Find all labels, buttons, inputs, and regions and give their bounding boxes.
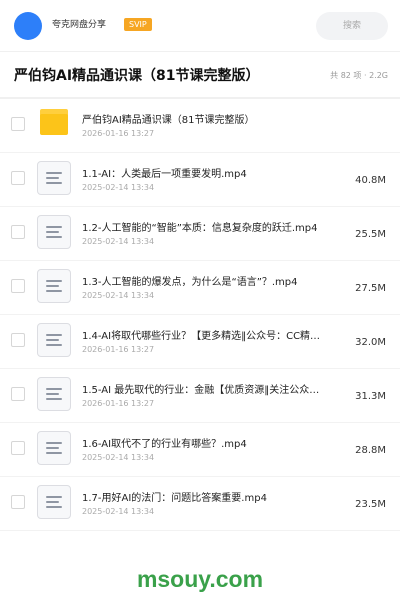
file-date: 2025-02-14 13:34 (82, 291, 155, 300)
file-list: 严伯钧AI精品通识课（81节课完整版） 2026-01-16 13:27 1.1… (0, 99, 400, 531)
file-name: 1.5-AI 最先取代的行业：金融【优质资源‖关注公众号】.mp4 (82, 385, 328, 396)
document-icon (37, 215, 71, 249)
page-title: 严伯钧AI精品通识课（81节课完整版） (14, 68, 260, 84)
row-checkbox[interactable] (11, 117, 25, 131)
row-checkbox[interactable] (11, 171, 25, 185)
file-date: 2026-01-16 13:27 (82, 129, 155, 138)
file-date: 2025-02-14 13:34 (82, 453, 155, 462)
folder-header: 严伯钧AI精品通识课（81节课完整版） 共 82 项 · 2.2G (0, 53, 400, 97)
document-icon (37, 377, 71, 411)
file-date: 2025-02-14 13:34 (82, 237, 155, 246)
list-item-folder[interactable]: 严伯钧AI精品通识课（81节课完整版） 2026-01-16 13:27 (0, 99, 400, 153)
folder-meta: 共 82 项 · 2.2G (330, 71, 388, 80)
file-name: 1.1-AI：人类最后一项重要发明.mp4 (82, 169, 247, 180)
document-icon (37, 323, 71, 357)
row-checkbox[interactable] (11, 279, 25, 293)
document-icon (37, 269, 71, 303)
list-item[interactable]: 1.5-AI 最先取代的行业：金融【优质资源‖关注公众号】.mp4 2026-0… (0, 369, 400, 423)
document-icon (37, 161, 71, 195)
file-size: 31.3M (355, 391, 386, 402)
document-icon (37, 485, 71, 519)
file-size: 28.8M (355, 445, 386, 456)
list-item[interactable]: 1.7-用好AI的法门：问题比答案重要.mp4 2025-02-14 13:34… (0, 477, 400, 531)
file-date: 2026-01-16 13:27 (82, 399, 155, 408)
avatar[interactable] (14, 12, 42, 40)
file-date: 2026-01-16 13:27 (82, 345, 155, 354)
file-name: 1.2-人工智能的“智能”本质：信息复杂度的跃迁.mp4 (82, 223, 318, 234)
file-size: 27.5M (355, 283, 386, 294)
list-item[interactable]: 1.6-AI取代不了的行业有哪些？.mp4 2025-02-14 13:34 2… (0, 423, 400, 477)
file-name: 1.4-AI将取代哪些行业？【更多精选‖公众号：CC精选】.mp4 (82, 331, 328, 342)
file-date: 2025-02-14 13:34 (82, 507, 155, 516)
list-item[interactable]: 1.2-人工智能的“智能”本质：信息复杂度的跃迁.mp4 2025-02-14 … (0, 207, 400, 261)
file-size: 40.8M (355, 175, 386, 186)
file-size: 23.5M (355, 499, 386, 510)
document-icon (37, 431, 71, 465)
search-button[interactable]: 搜索 (316, 12, 388, 40)
folder-icon (37, 107, 71, 141)
share-owner-name: 夸克网盘分享 (52, 20, 107, 30)
file-size: 32.0M (355, 337, 386, 348)
file-name: 严伯钧AI精品通识课（81节课完整版） (82, 115, 255, 126)
watermark: msouy.com (136, 566, 264, 592)
top-bar: 夸克网盘分享 SVIP 搜索 (0, 0, 400, 52)
row-checkbox[interactable] (11, 495, 25, 509)
file-name: 1.7-用好AI的法门：问题比答案重要.mp4 (82, 493, 267, 504)
list-item[interactable]: 1.1-AI：人类最后一项重要发明.mp4 2025-02-14 13:34 4… (0, 153, 400, 207)
row-checkbox[interactable] (11, 441, 25, 455)
list-item[interactable]: 1.4-AI将取代哪些行业？【更多精选‖公众号：CC精选】.mp4 2026-0… (0, 315, 400, 369)
row-checkbox[interactable] (11, 387, 25, 401)
file-name: 1.6-AI取代不了的行业有哪些？.mp4 (82, 439, 247, 450)
svip-badge: SVIP (124, 18, 152, 31)
file-date: 2025-02-14 13:34 (82, 183, 155, 192)
file-size: 25.5M (355, 229, 386, 240)
row-checkbox[interactable] (11, 225, 25, 239)
file-name: 1.3-人工智能的爆发点，为什么是“语言”？.mp4 (82, 277, 298, 288)
list-item[interactable]: 1.3-人工智能的爆发点，为什么是“语言”？.mp4 2025-02-14 13… (0, 261, 400, 315)
row-checkbox[interactable] (11, 333, 25, 347)
